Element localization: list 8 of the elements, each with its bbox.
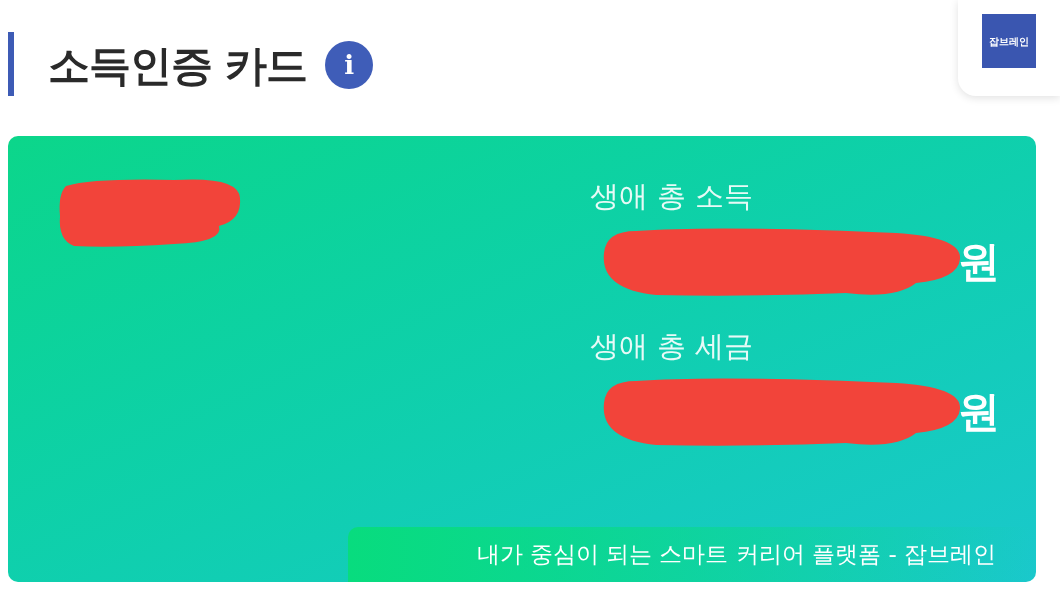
footer-slogan: 내가 중심이 되는 스마트 커리어 플랫폼 - 잡브레인: [476, 540, 996, 570]
amount-unit: 원: [958, 235, 1000, 288]
amount-unit: 원: [958, 385, 1000, 438]
logo: 잡브레인: [982, 14, 1036, 68]
field-label: 생애 총 소득: [590, 178, 755, 215]
info-icon[interactable]: i: [325, 41, 374, 89]
page-title: 소득인증 카드: [48, 39, 308, 92]
field-label: 생애 총 세금: [590, 328, 755, 365]
